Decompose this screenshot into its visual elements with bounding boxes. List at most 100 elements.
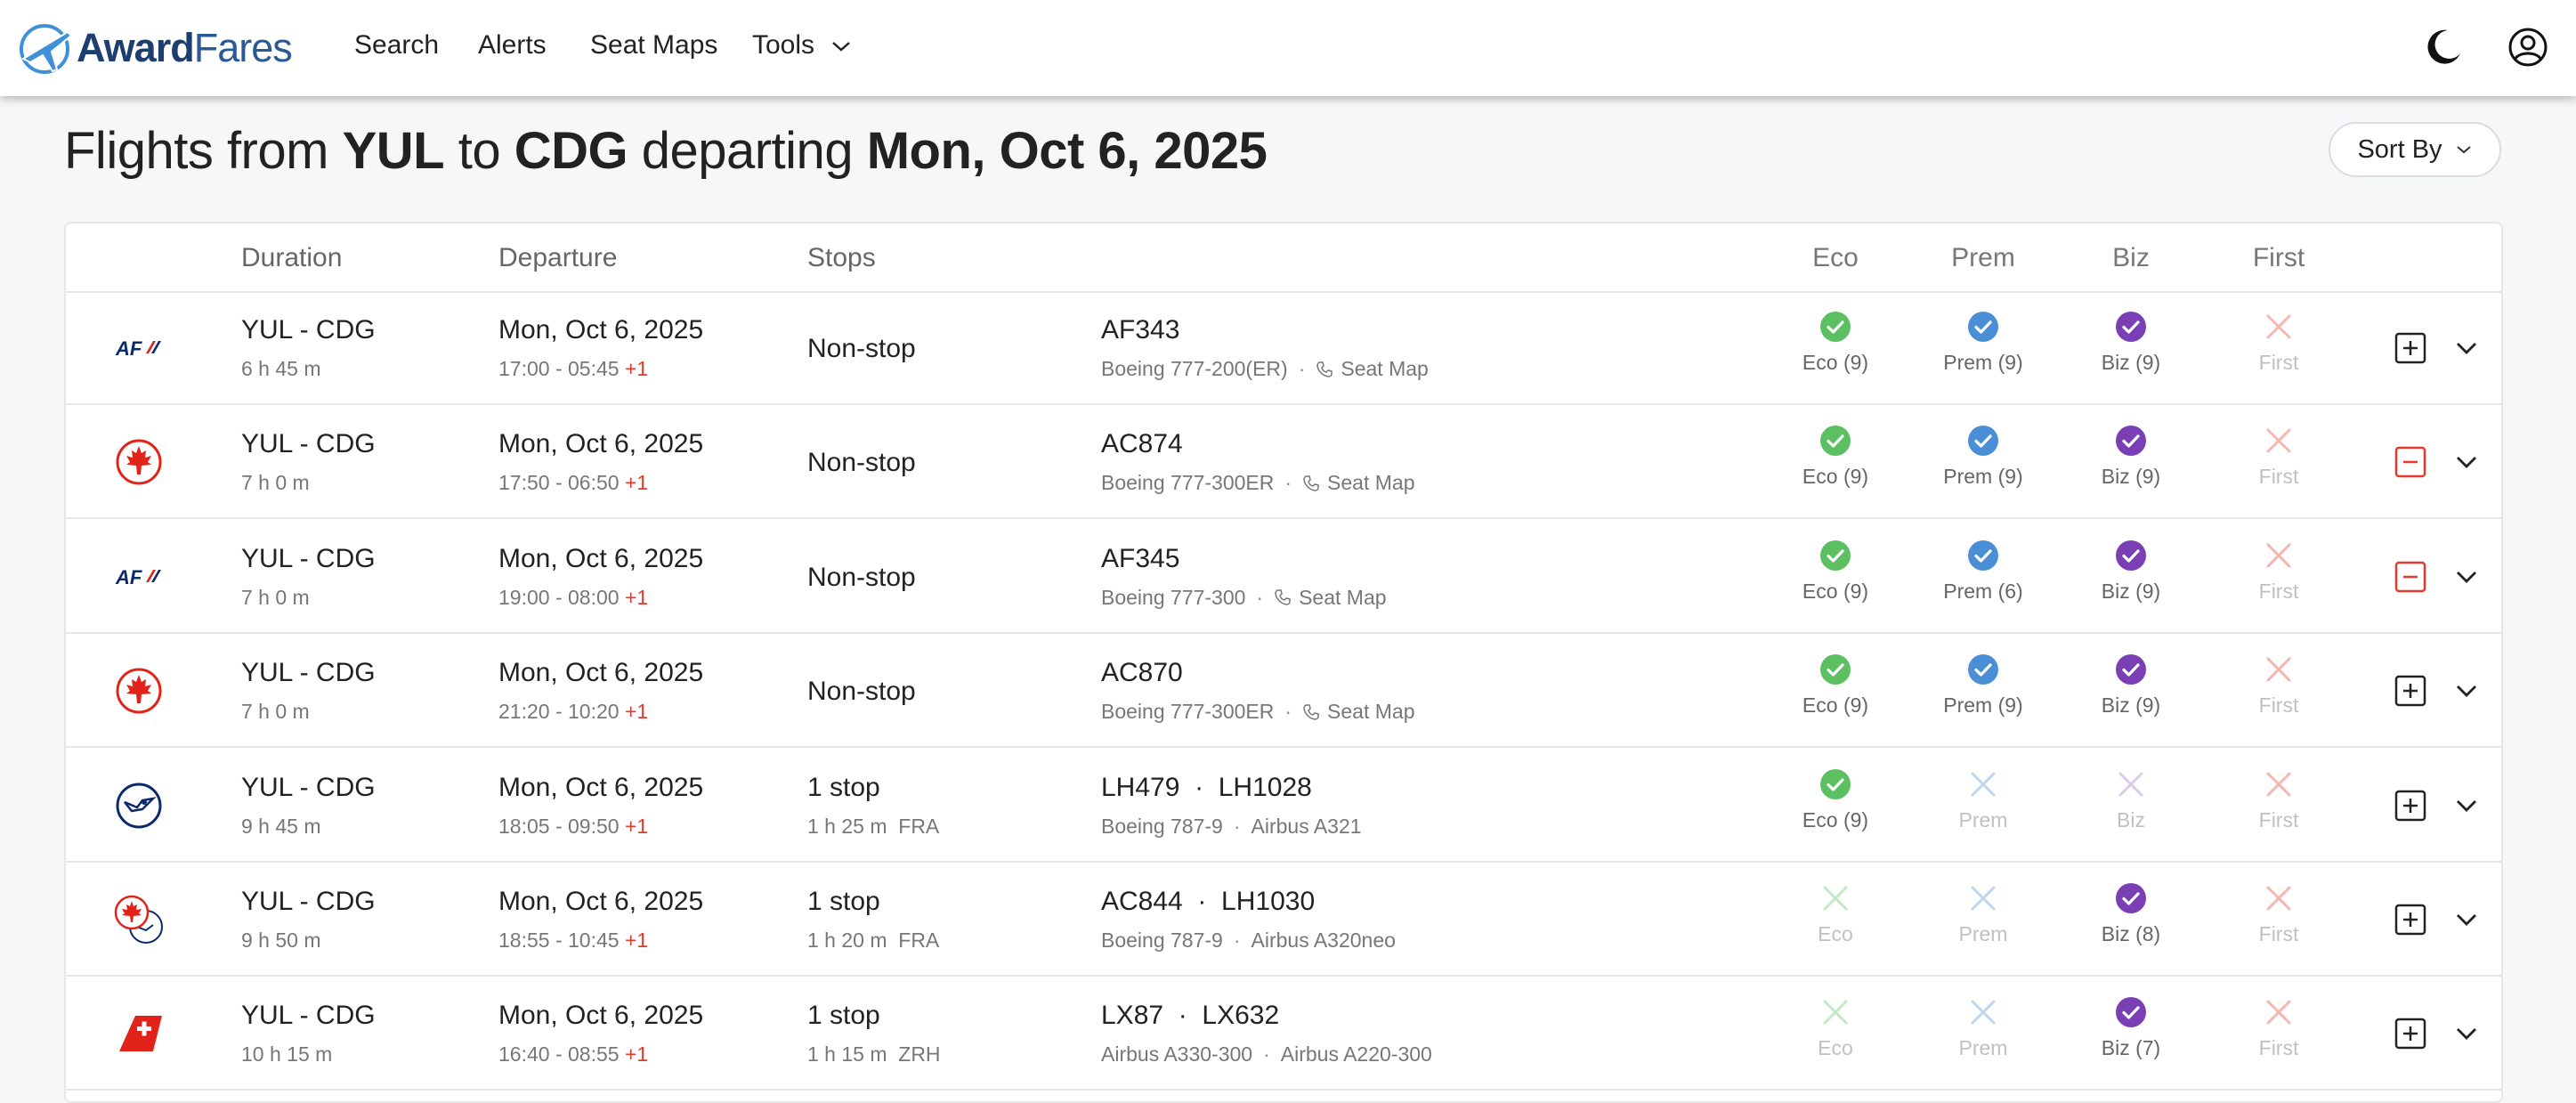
sort-by-button[interactable]: Sort By [2329,122,2501,177]
cabin-label: Prem (9) [1943,465,2023,489]
cabin-prem: Prem [1921,882,2045,946]
col-prem[interactable]: Prem [1951,243,2015,273]
col-eco[interactable]: Eco [1812,243,1859,273]
cabin-eco[interactable]: Eco (9) [1773,539,1898,604]
flight-times: 19:00 - 08:00 +1 [498,585,649,609]
swiss-logo [112,1007,166,1060]
stops: Non-stop [807,334,916,363]
seat-map-link[interactable]: Seat Map [1302,700,1415,724]
flight-row[interactable]: AF YUL - CDG 7 h 0 m Mon, Oct 6, 2025 19:00 … [66,520,2501,634]
flight-times: 18:55 - 10:45 +1 [498,929,649,952]
plus-square-icon[interactable] [2393,902,2428,937]
check-circle-icon [2069,311,2193,343]
aircraft: Boeing 777-200(ER) [1101,357,1288,380]
cabin-first: First [2216,768,2341,832]
col-duration[interactable]: Duration [241,243,342,273]
plus-square-icon[interactable] [2393,788,2428,823]
plus-square-icon[interactable] [2393,330,2428,366]
chevron-down-icon[interactable] [2455,911,2478,929]
chevron-down-icon[interactable] [2455,797,2478,815]
brand-name: AwardFares [77,25,293,70]
x-icon [2216,425,2341,457]
cabin-label: Eco (9) [1802,351,1869,374]
cabin-biz[interactable]: Biz (9) [2069,425,2193,489]
aircraft: Boeing 777-300 [1101,585,1246,609]
duration: 7 h 0 m [241,585,310,609]
minus-square-icon[interactable] [2393,559,2428,595]
flight-row[interactable]: AF YUL - CDG 6 h 45 m Mon, Oct 6, 2025 17:00… [66,291,2501,405]
plane-logo-icon [20,24,73,74]
x-icon [2069,768,2193,800]
nav-alerts[interactable]: Alerts [478,30,547,61]
flight-row[interactable]: YUL - CDG 10 h 15 m Mon, Oct 6, 2025 16:40 … [66,977,2501,1091]
route: YUL - CDG [241,1001,376,1031]
cabin-biz[interactable]: Biz (9) [2069,539,2193,604]
check-circle-icon [2069,539,2193,572]
nav-tools[interactable]: Tools [752,30,852,61]
cabin-biz[interactable]: Biz (9) [2069,311,2193,375]
check-circle-icon [1773,539,1898,572]
seat-map-link[interactable]: Seat Map [1302,471,1415,495]
cabin-label: Biz (9) [2101,465,2161,489]
flight-times: 17:00 - 05:45 +1 [498,357,649,380]
chevron-down-icon[interactable] [2455,568,2478,586]
col-biz[interactable]: Biz [2112,243,2150,273]
aircraft-2: Airbus A220-300 [1280,1042,1432,1067]
plus-square-icon[interactable] [2393,1016,2428,1051]
x-icon [2216,539,2341,572]
cabin-biz[interactable]: Biz (8) [2069,882,2193,946]
chevron-down-icon[interactable] [2455,453,2478,471]
departure-date: Mon, Oct 6, 2025 [498,543,704,573]
chevron-down-icon[interactable] [2455,339,2478,357]
cabin-label: Biz (8) [2101,922,2161,945]
departure-date: Mon, Oct 6, 2025 [498,658,704,688]
col-stops[interactable]: Stops [807,243,876,273]
cabin-biz[interactable]: Biz (7) [2069,996,2193,1060]
check-circle-icon [1921,425,2045,457]
cabin-eco[interactable]: Eco (9) [1773,653,1898,718]
flight-number: AC870 [1101,658,1183,688]
flight-row[interactable]: YUL - CDG 7 h 0 m Mon, Oct 6, 2025 17:50 - … [66,405,2501,520]
nav-search[interactable]: Search [354,30,439,61]
cabin-prem[interactable]: Prem (9) [1921,311,2045,375]
chevron-down-icon[interactable] [2455,1025,2478,1042]
stops: 1 stop [807,1001,880,1031]
chevron-down-icon[interactable] [2455,682,2478,700]
phone-icon [1303,703,1319,720]
cabin-prem[interactable]: Prem (9) [1921,653,2045,718]
flights-table: Duration Departure Stops Eco Prem Biz Fi… [64,222,2503,1103]
stops: 1 stop [807,887,880,916]
aircraft-info: Boeing 777-300ER · Seat Map [1101,471,1415,495]
plus-square-icon[interactable] [2393,673,2428,709]
seat-map-link[interactable]: Seat Map [1274,586,1387,610]
cabin-first: First [2216,311,2341,375]
awardfares-logo[interactable]: AwardFares [16,20,293,77]
col-departure[interactable]: Departure [498,243,617,273]
col-first[interactable]: First [2253,243,2305,273]
cabin-label: Eco (9) [1802,465,1869,489]
cabin-first: First [2216,996,2341,1060]
cabin-prem[interactable]: Prem (6) [1921,539,2045,604]
seat-map-link[interactable]: Seat Map [1316,357,1429,381]
cabin-biz[interactable]: Biz (9) [2069,653,2193,718]
cabin-prem[interactable]: Prem (9) [1921,425,2045,489]
departure-date: Mon, Oct 6, 2025 [498,429,704,459]
nav-seat-maps[interactable]: Seat Maps [590,30,717,61]
route: YUL - CDG [241,315,376,345]
route: YUL - CDG [241,772,376,802]
flight-times: 18:05 - 09:50 +1 [498,814,649,838]
cabin-eco[interactable]: Eco (9) [1773,768,1898,832]
moon-icon[interactable] [2421,25,2466,69]
cabin-first: First [2216,425,2341,489]
flight-row[interactable]: YUL - CDG 7 h 0 m Mon, Oct 6, 2025 21:20 - … [66,634,2501,749]
cabin-eco[interactable]: Eco (9) [1773,311,1898,375]
flight-row[interactable]: YUL - CDG 9 h 45 m Mon, Oct 6, 2025 18:05 -… [66,749,2501,863]
layover: 1 h 15 m ZRH [807,1042,941,1067]
cabin-label: First [2258,807,2299,831]
flight-row[interactable]: YUL - CDG 9 h 50 m Mon, Oct 6, 2025 18:55 -… [66,863,2501,977]
account-icon[interactable] [2506,25,2550,69]
cabin-label: First [2258,579,2299,603]
layover: 1 h 20 m FRA [807,929,940,952]
cabin-eco[interactable]: Eco (9) [1773,425,1898,489]
minus-square-icon[interactable] [2393,444,2428,480]
